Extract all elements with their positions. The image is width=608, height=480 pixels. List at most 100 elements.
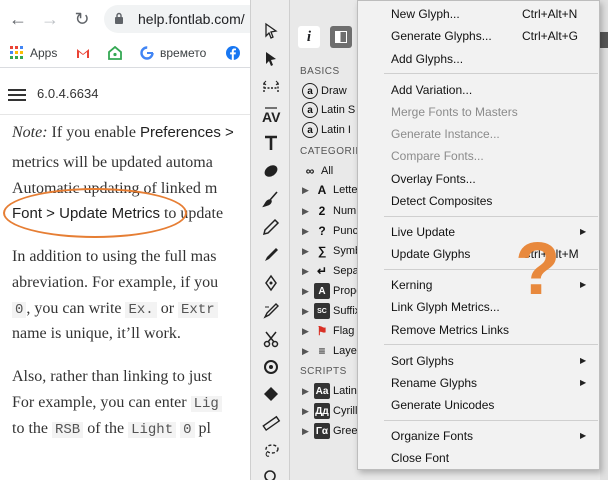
forward-arrow-icon[interactable]: →: [40, 9, 60, 29]
expand-triangle-icon[interactable]: ▶: [302, 185, 314, 196]
sidebar-item-label: Latin: [333, 385, 357, 397]
menu-item-kerning[interactable]: Kerning ▶: [358, 274, 599, 296]
menu-separator: [384, 215, 598, 217]
ruler-tool-icon[interactable]: [259, 412, 283, 434]
sidebar-toggle-icon[interactable]: [330, 26, 352, 48]
hamburger-menu-icon[interactable]: [8, 89, 26, 101]
fill-tool-icon[interactable]: [259, 384, 283, 406]
note-label: Note:: [12, 124, 48, 141]
menu-item-sort-glyphs[interactable]: Sort Glyphs ▶: [358, 350, 599, 372]
menu-item-organize-fonts[interactable]: Organize Fonts ▶: [358, 425, 599, 447]
rapid-tool-icon[interactable]: [259, 272, 283, 294]
menu-item-update-glyphs[interactable]: Update Glyphs Ctrl+Alt+M: [358, 243, 599, 265]
bookmark-gmail[interactable]: [76, 44, 96, 62]
glyph-icon: a: [302, 102, 318, 118]
expand-triangle-icon[interactable]: ▶: [302, 426, 314, 437]
article-line: For example, you can enter Lig: [12, 392, 222, 414]
sidebar-item-cyrillic[interactable]: ▶ Дд Cyrilli: [302, 402, 360, 420]
element-tool-icon[interactable]: [259, 48, 283, 70]
submenu-arrow-icon: ▶: [580, 355, 587, 365]
bookmarks-bar: Apps времето: [0, 38, 250, 68]
bookmark-home[interactable]: [108, 44, 128, 62]
menu-shortcut: Ctrl+Alt+G: [522, 29, 579, 44]
brush-tool-icon[interactable]: [259, 188, 283, 210]
rotate-tool-icon[interactable]: [259, 356, 283, 378]
sidebar-item-greek[interactable]: ▶ Γα Greek: [302, 422, 363, 440]
pencil-tool-icon[interactable]: [259, 216, 283, 238]
menu-item-live-update[interactable]: Live Update ▶: [358, 221, 599, 243]
gmail-icon: [77, 49, 89, 58]
menu-separator: [384, 344, 598, 346]
knife-tool-icon[interactable]: [259, 328, 283, 350]
expand-triangle-icon[interactable]: ▶: [302, 346, 314, 357]
menu-item-new-glyph[interactable]: New Glyph... Ctrl+Alt+N: [358, 3, 599, 25]
menu-item-label: Close Font: [391, 451, 450, 466]
expand-triangle-icon[interactable]: ▶: [302, 266, 314, 277]
sidebar-item-property[interactable]: ▶ A Prope: [302, 282, 362, 300]
sidebar-item-punctuation[interactable]: ▶? Punct: [302, 222, 361, 240]
menu-item-rename-glyphs[interactable]: Rename Glyphs ▶: [358, 372, 599, 394]
pen-tool-icon[interactable]: [259, 244, 283, 266]
back-arrow-icon[interactable]: ←: [8, 9, 28, 29]
expand-triangle-icon[interactable]: ▶: [302, 246, 314, 257]
expand-triangle-icon[interactable]: ▶: [302, 386, 314, 397]
menu-item-generate-unicodes[interactable]: Generate Unicodes: [358, 394, 599, 416]
sidebar-item-latin-i[interactable]: a Latin I: [302, 121, 351, 139]
text-run: If you enable: [47, 124, 140, 141]
menu-item-generate-glyphs[interactable]: Generate Glyphs... Ctrl+Alt+G: [358, 25, 599, 47]
article-line: Also, rather than linking to just: [12, 368, 212, 385]
glyph-icon: a: [302, 83, 318, 99]
font-context-menu: New Glyph... Ctrl+Alt+N Generate Glyphs...…: [357, 0, 600, 470]
bookmark-apps[interactable]: Apps: [10, 44, 57, 62]
bookmark-weather[interactable]: времето: [140, 44, 206, 62]
menu-item-remove-metrics-links[interactable]: Remove Metrics Links: [358, 319, 599, 341]
expand-triangle-icon[interactable]: ▶: [302, 286, 314, 297]
expand-triangle-icon[interactable]: ▶: [302, 206, 314, 217]
menu-item-overlay-fonts[interactable]: Overlay Fonts...: [358, 168, 599, 190]
sidebar-item-latin-s[interactable]: a Latin S: [302, 101, 355, 119]
sidebar-item-suffix[interactable]: ▶ SC Suffix: [302, 302, 360, 320]
expand-triangle-icon[interactable]: ▶: [302, 226, 314, 237]
metrics-tool-icon[interactable]: [259, 76, 283, 98]
info-tab[interactable]: i: [298, 26, 320, 48]
zoom-tool-icon[interactable]: [259, 466, 283, 480]
sidebar-item-latin[interactable]: ▶ Aa Latin: [302, 382, 357, 400]
address-bar[interactable]: help.fontlab.com/: [104, 5, 250, 33]
menu-item-add-variation[interactable]: Add Variation...: [358, 79, 599, 101]
expand-triangle-icon[interactable]: ▶: [302, 406, 314, 417]
expand-triangle-icon[interactable]: ▶: [302, 306, 314, 317]
eraser-tool-icon[interactable]: [259, 160, 283, 182]
number-icon: 2: [318, 204, 326, 218]
submenu-arrow-icon: ▶: [580, 226, 587, 236]
svg-text:AV: AV: [262, 109, 281, 125]
menu-item-compare-fonts: Compare Fonts...: [358, 145, 599, 167]
lasso-tool-icon[interactable]: [259, 440, 283, 462]
ui-ref: Preferences >: [139, 124, 234, 141]
menu-item-add-glyphs[interactable]: Add Glyphs...: [358, 48, 599, 70]
expand-triangle-icon[interactable]: ▶: [302, 326, 314, 337]
text-tool-icon[interactable]: [259, 132, 283, 154]
menu-item-close-font[interactable]: Close Font: [358, 447, 599, 469]
sidebar-item-letter[interactable]: ▶ A Letter: [302, 181, 361, 199]
text-run: or: [156, 300, 179, 317]
menu-item-label: Compare Fonts...: [391, 149, 484, 164]
menu-item-detect-composites[interactable]: Detect Composites: [358, 190, 599, 212]
menu-separator: [384, 73, 598, 75]
sidebar-item-number[interactable]: ▶ 2 Numb: [302, 202, 362, 220]
bookmark-label: времето: [160, 46, 207, 60]
menu-item-label: Generate Unicodes: [391, 398, 495, 413]
power-nib-icon[interactable]: [259, 300, 283, 322]
sidebar-item-separator[interactable]: ▶ ↵ Separ: [302, 262, 362, 280]
menu-item-link-glyph-metrics[interactable]: Link Glyph Metrics...: [358, 296, 599, 318]
reload-icon[interactable]: ↻: [72, 9, 92, 29]
bookmark-facebook[interactable]: [226, 44, 246, 62]
sidebar-item-flag[interactable]: ▶ ⚑ Flag: [302, 322, 354, 340]
sidebar-item-layer[interactable]: ▶ ≡ Layer: [302, 342, 361, 360]
sidebar-item-all[interactable]: ∞ All: [302, 162, 334, 180]
sidebar-item-draw[interactable]: a Draw: [302, 82, 347, 100]
section-basics: BASICS: [300, 66, 340, 77]
menu-item-label: Sort Glyphs: [391, 353, 454, 368]
kerning-tool-icon[interactable]: AV: [259, 104, 283, 126]
contour-tool-icon[interactable]: [259, 20, 283, 42]
article-line: Note: If you enable Preferences >: [12, 122, 234, 144]
